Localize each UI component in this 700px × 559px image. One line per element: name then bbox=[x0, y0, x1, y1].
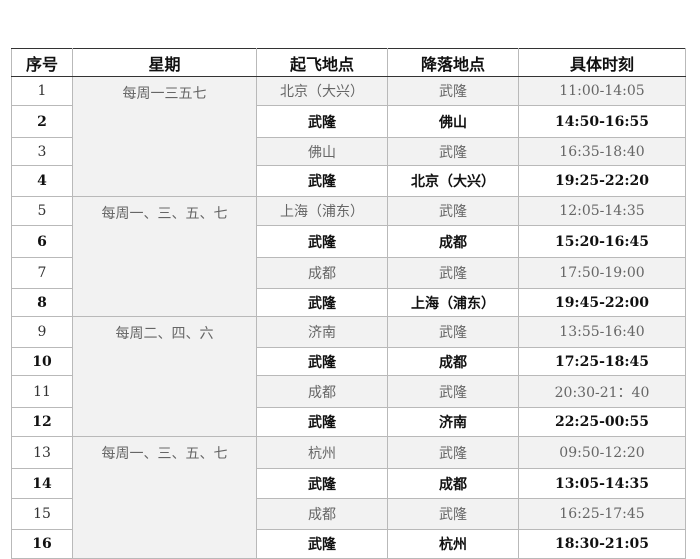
table-row: 9 每周二、四、六 济南 武隆 13:55-16:40 bbox=[11, 316, 686, 437]
header-weekday: 星期 bbox=[72, 48, 257, 77]
time-cell: 20:30-21：40 bbox=[518, 375, 686, 408]
weekday-cell: 每周一三五七 bbox=[72, 76, 257, 197]
arrival-cell: 武隆 bbox=[387, 375, 519, 408]
row-number: 8 bbox=[11, 288, 73, 317]
time-cell: 17:25-18:45 bbox=[518, 347, 686, 376]
weekday-cell: 每周一、三、五、七 bbox=[72, 436, 257, 559]
departure-cell: 成都 bbox=[256, 257, 388, 289]
table-body: 1 每周一三五七 北京（大兴） 武隆 11:00-14:05 2 武隆 佛山 14:50-16:… bbox=[11, 76, 686, 559]
time-cell: 16:25-17:45 bbox=[518, 498, 686, 530]
weekday-cell: 每周一、三、五、七 bbox=[72, 196, 257, 317]
row-number: 6 bbox=[11, 225, 73, 258]
time-cell: 16:35-18:40 bbox=[518, 137, 686, 166]
row-number: 13 bbox=[11, 436, 73, 469]
arrival-cell: 上海（浦东） bbox=[387, 288, 519, 317]
departure-cell: 武隆 bbox=[256, 407, 388, 437]
table-row: 1 每周一三五七 北京（大兴） 武隆 11:00-14:05 bbox=[11, 76, 686, 197]
arrival-cell: 武隆 bbox=[387, 257, 519, 289]
time-cell: 19:25-22:20 bbox=[518, 165, 686, 197]
time-cell: 19:45-22:00 bbox=[518, 288, 686, 317]
header-departure: 起飞地点 bbox=[256, 48, 388, 77]
departure-cell: 武隆 bbox=[256, 347, 388, 376]
time-cell: 17:50-19:00 bbox=[518, 257, 686, 289]
row-number: 2 bbox=[11, 105, 73, 138]
arrival-cell: 北京（大兴） bbox=[387, 165, 519, 197]
table-row: 5 每周一、三、五、七 上海（浦东） 武隆 12:05-14:35 bbox=[11, 196, 686, 317]
time-cell: 13:55-16:40 bbox=[518, 316, 686, 348]
arrival-cell: 武隆 bbox=[387, 316, 519, 348]
departure-cell: 北京（大兴） bbox=[256, 76, 388, 106]
row-number: 15 bbox=[11, 498, 73, 530]
time-cell: 18:30-21:05 bbox=[518, 529, 686, 559]
row-number: 12 bbox=[11, 407, 73, 437]
row-number: 14 bbox=[11, 468, 73, 499]
flight-schedule-table: 序号 星期 起飞地点 降落地点 具体时刻 1 每周一三五七 北京（大兴） 武隆 11:0… bbox=[11, 48, 686, 559]
arrival-cell: 武隆 bbox=[387, 137, 519, 166]
departure-cell: 武隆 bbox=[256, 288, 388, 317]
arrival-cell: 成都 bbox=[387, 225, 519, 258]
time-cell: 13:05-14:35 bbox=[518, 468, 686, 499]
arrival-cell: 武隆 bbox=[387, 436, 519, 469]
departure-cell: 武隆 bbox=[256, 165, 388, 197]
table-header-row: 序号 星期 起飞地点 降落地点 具体时刻 bbox=[11, 48, 686, 77]
arrival-cell: 成都 bbox=[387, 468, 519, 499]
arrival-cell: 济南 bbox=[387, 407, 519, 437]
departure-cell: 成都 bbox=[256, 375, 388, 408]
arrival-cell: 武隆 bbox=[387, 196, 519, 226]
arrival-cell: 武隆 bbox=[387, 76, 519, 106]
row-number: 11 bbox=[11, 375, 73, 408]
time-cell: 15:20-16:45 bbox=[518, 225, 686, 258]
time-cell: 12:05-14:35 bbox=[518, 196, 686, 226]
time-cell: 09:50-12:20 bbox=[518, 436, 686, 469]
departure-cell: 上海（浦东） bbox=[256, 196, 388, 226]
departure-cell: 武隆 bbox=[256, 468, 388, 499]
time-cell: 22:25-00:55 bbox=[518, 407, 686, 437]
row-number: 1 bbox=[11, 76, 73, 106]
departure-cell: 武隆 bbox=[256, 225, 388, 258]
header-arrival: 降落地点 bbox=[387, 48, 519, 77]
arrival-cell: 成都 bbox=[387, 347, 519, 376]
time-cell: 14:50-16:55 bbox=[518, 105, 686, 138]
header-no: 序号 bbox=[11, 48, 73, 77]
table-row: 13 每周一、三、五、七 杭州 武隆 09:50-12:20 bbox=[11, 436, 686, 559]
departure-cell: 武隆 bbox=[256, 105, 388, 138]
departure-cell: 武隆 bbox=[256, 529, 388, 559]
departure-cell: 济南 bbox=[256, 316, 388, 348]
arrival-cell: 佛山 bbox=[387, 105, 519, 138]
arrival-cell: 杭州 bbox=[387, 529, 519, 559]
weekday-cell: 每周二、四、六 bbox=[72, 316, 257, 437]
departure-cell: 佛山 bbox=[256, 137, 388, 166]
departure-cell: 杭州 bbox=[256, 436, 388, 469]
departure-cell: 成都 bbox=[256, 498, 388, 530]
row-number: 4 bbox=[11, 165, 73, 197]
header-time: 具体时刻 bbox=[518, 48, 686, 77]
row-number: 16 bbox=[11, 529, 73, 559]
row-number: 9 bbox=[11, 316, 73, 348]
arrival-cell: 武隆 bbox=[387, 498, 519, 530]
row-number: 7 bbox=[11, 257, 73, 289]
row-number: 3 bbox=[11, 137, 73, 166]
row-number: 10 bbox=[11, 347, 73, 376]
time-cell: 11:00-14:05 bbox=[518, 76, 686, 106]
row-number: 5 bbox=[11, 196, 73, 226]
